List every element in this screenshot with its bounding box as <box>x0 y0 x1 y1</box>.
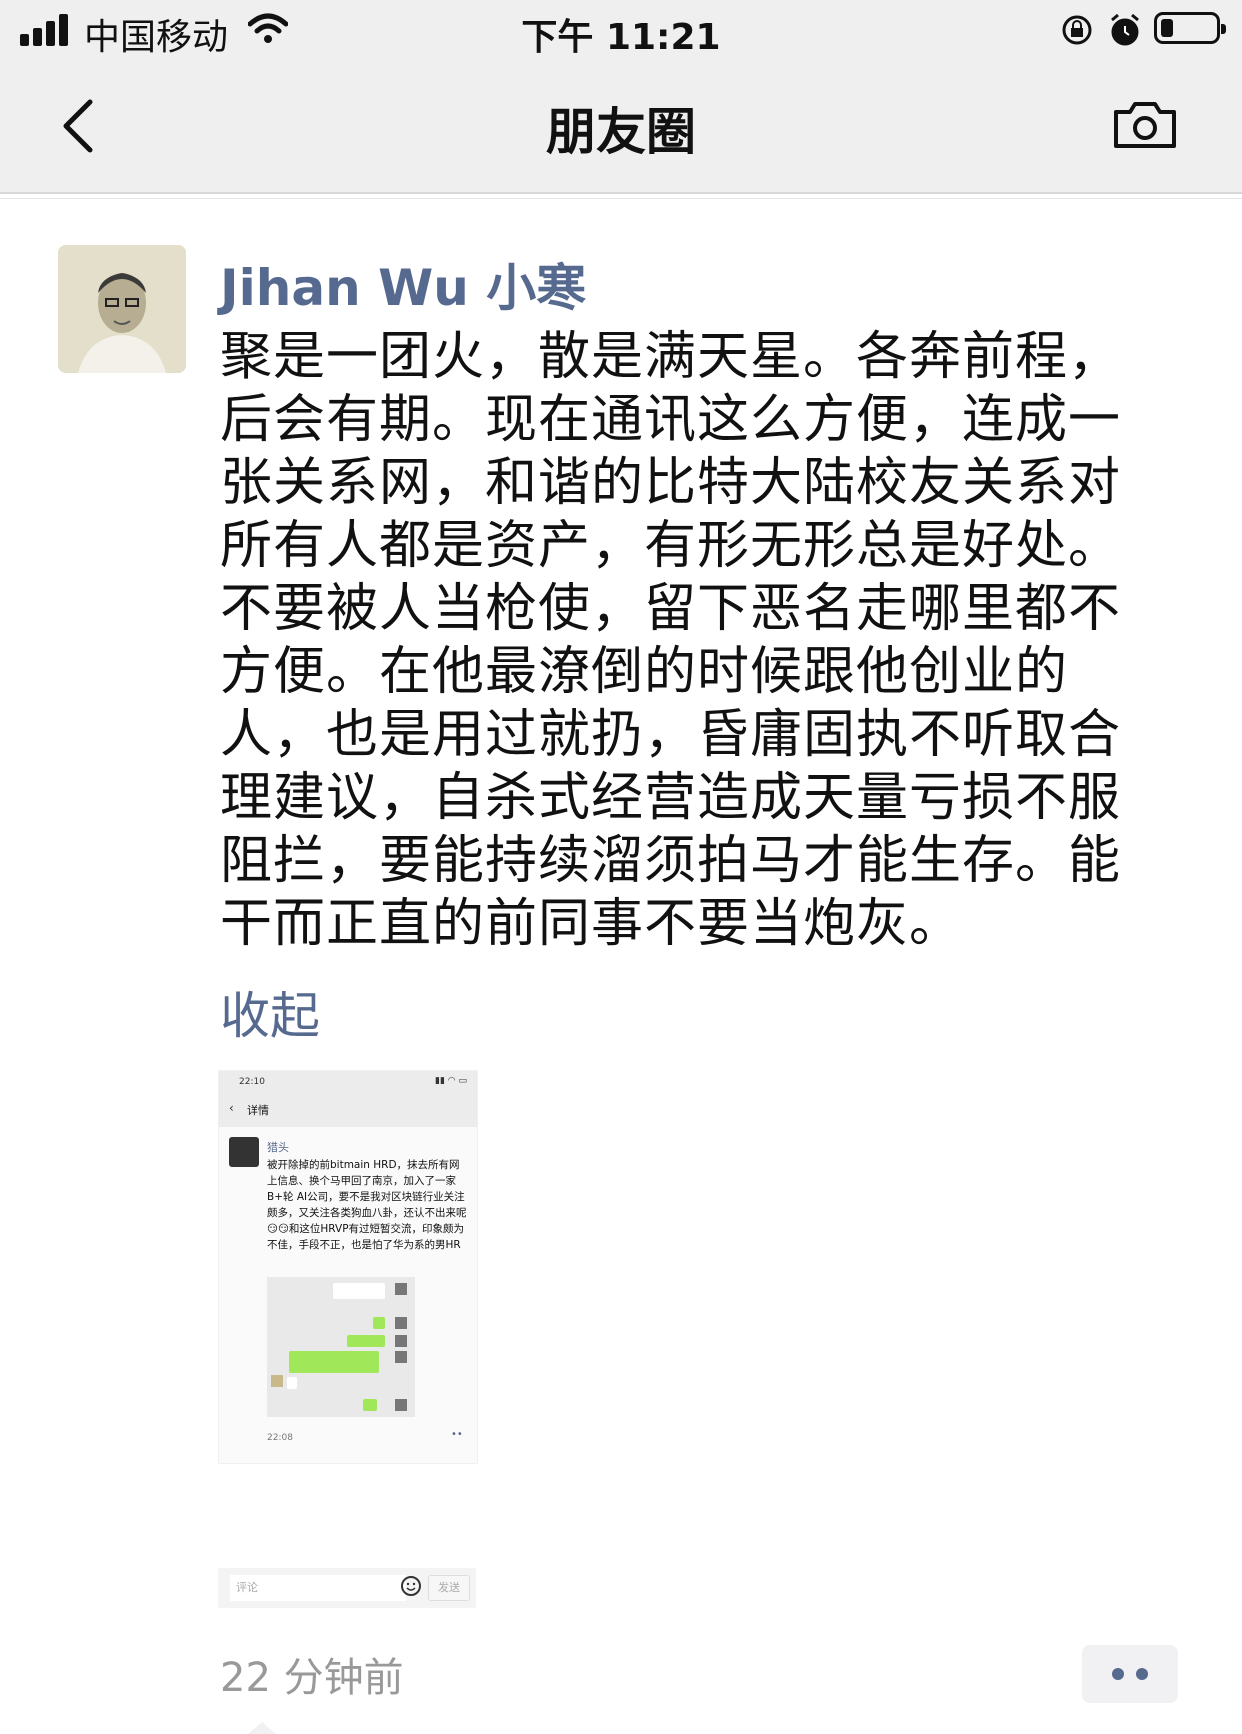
chat-bubble <box>373 1317 385 1329</box>
inner-chat-thumbnail <box>267 1277 415 1417</box>
chat-avatar <box>395 1283 407 1295</box>
inner-comment-bar: 评论 发送 <box>218 1568 476 1608</box>
comments-caret <box>248 1722 276 1734</box>
inner-poster-name: 猎头 <box>267 1141 289 1154</box>
chat-bubble <box>287 1377 297 1389</box>
page-title: 朋友圈 <box>546 103 696 161</box>
post-time-ago: 22 分钟前 <box>220 1655 404 1701</box>
divider <box>0 198 1242 199</box>
chat-avatar <box>395 1335 407 1347</box>
chat-bubble <box>289 1351 379 1373</box>
avatar-portrait-icon <box>58 245 186 373</box>
inner-send-button: 发送 <box>428 1575 470 1601</box>
post-text: 聚是一团火，散是满天星。各奔前程，后会有期。现在通讯这么方便，连成一张关系网，和… <box>220 327 1122 954</box>
status-time: 下午 11:21 <box>521 17 721 58</box>
alarm-icon <box>1111 13 1139 46</box>
smiley-icon <box>401 1576 421 1596</box>
chat-avatar <box>395 1317 407 1329</box>
more-actions-button[interactable] <box>1082 1645 1178 1703</box>
inner-header: 22:10 ▮▮ ◠ ▭ ‹ 详情 <box>219 1071 477 1127</box>
attached-screenshot-image[interactable]: 22:10 ▮▮ ◠ ▭ ‹ 详情 猎头 被开除掉的前bitmain HRD，抹… <box>218 1070 478 1464</box>
inner-comment-input: 评论 <box>230 1575 406 1601</box>
chat-avatar <box>395 1399 407 1411</box>
divider <box>0 192 1242 194</box>
chat-bubble <box>333 1283 385 1299</box>
inner-post-text: 被开除掉的前bitmain HRD，抹去所有网上信息、换个马甲回了南京，加入了一… <box>267 1159 467 1251</box>
chat-avatar <box>395 1351 407 1363</box>
inner-back-icon: ‹ <box>229 1101 234 1115</box>
chat-bubble <box>347 1335 385 1347</box>
collapse-link[interactable]: 收起 <box>220 976 320 1048</box>
inner-status-time: 22:10 <box>239 1077 265 1087</box>
chat-bubble <box>363 1399 377 1411</box>
author-name[interactable]: Jihan Wu 小寒 <box>220 248 586 320</box>
navigation-bar: 中国移动 下午 11:21 朋友圈 <box>0 0 1242 192</box>
chat-avatar <box>271 1375 283 1387</box>
inner-header-title: 详情 <box>247 1104 269 1117</box>
inner-status-icons: ▮▮ ◠ ▭ <box>435 1076 467 1086</box>
rotation-lock-icon <box>1062 15 1092 45</box>
avatar[interactable] <box>58 245 186 373</box>
inner-post-time: 22:08 <box>267 1433 293 1443</box>
battery-icon <box>1154 12 1226 44</box>
status-bar: 中国移动 下午 11:21 <box>0 0 1242 62</box>
more-dots-icon <box>1136 1668 1148 1680</box>
inner-more-icon: •• <box>451 1429 463 1440</box>
camera-icon[interactable] <box>1112 100 1178 150</box>
more-dots-icon <box>1112 1668 1124 1680</box>
inner-avatar <box>229 1137 259 1167</box>
